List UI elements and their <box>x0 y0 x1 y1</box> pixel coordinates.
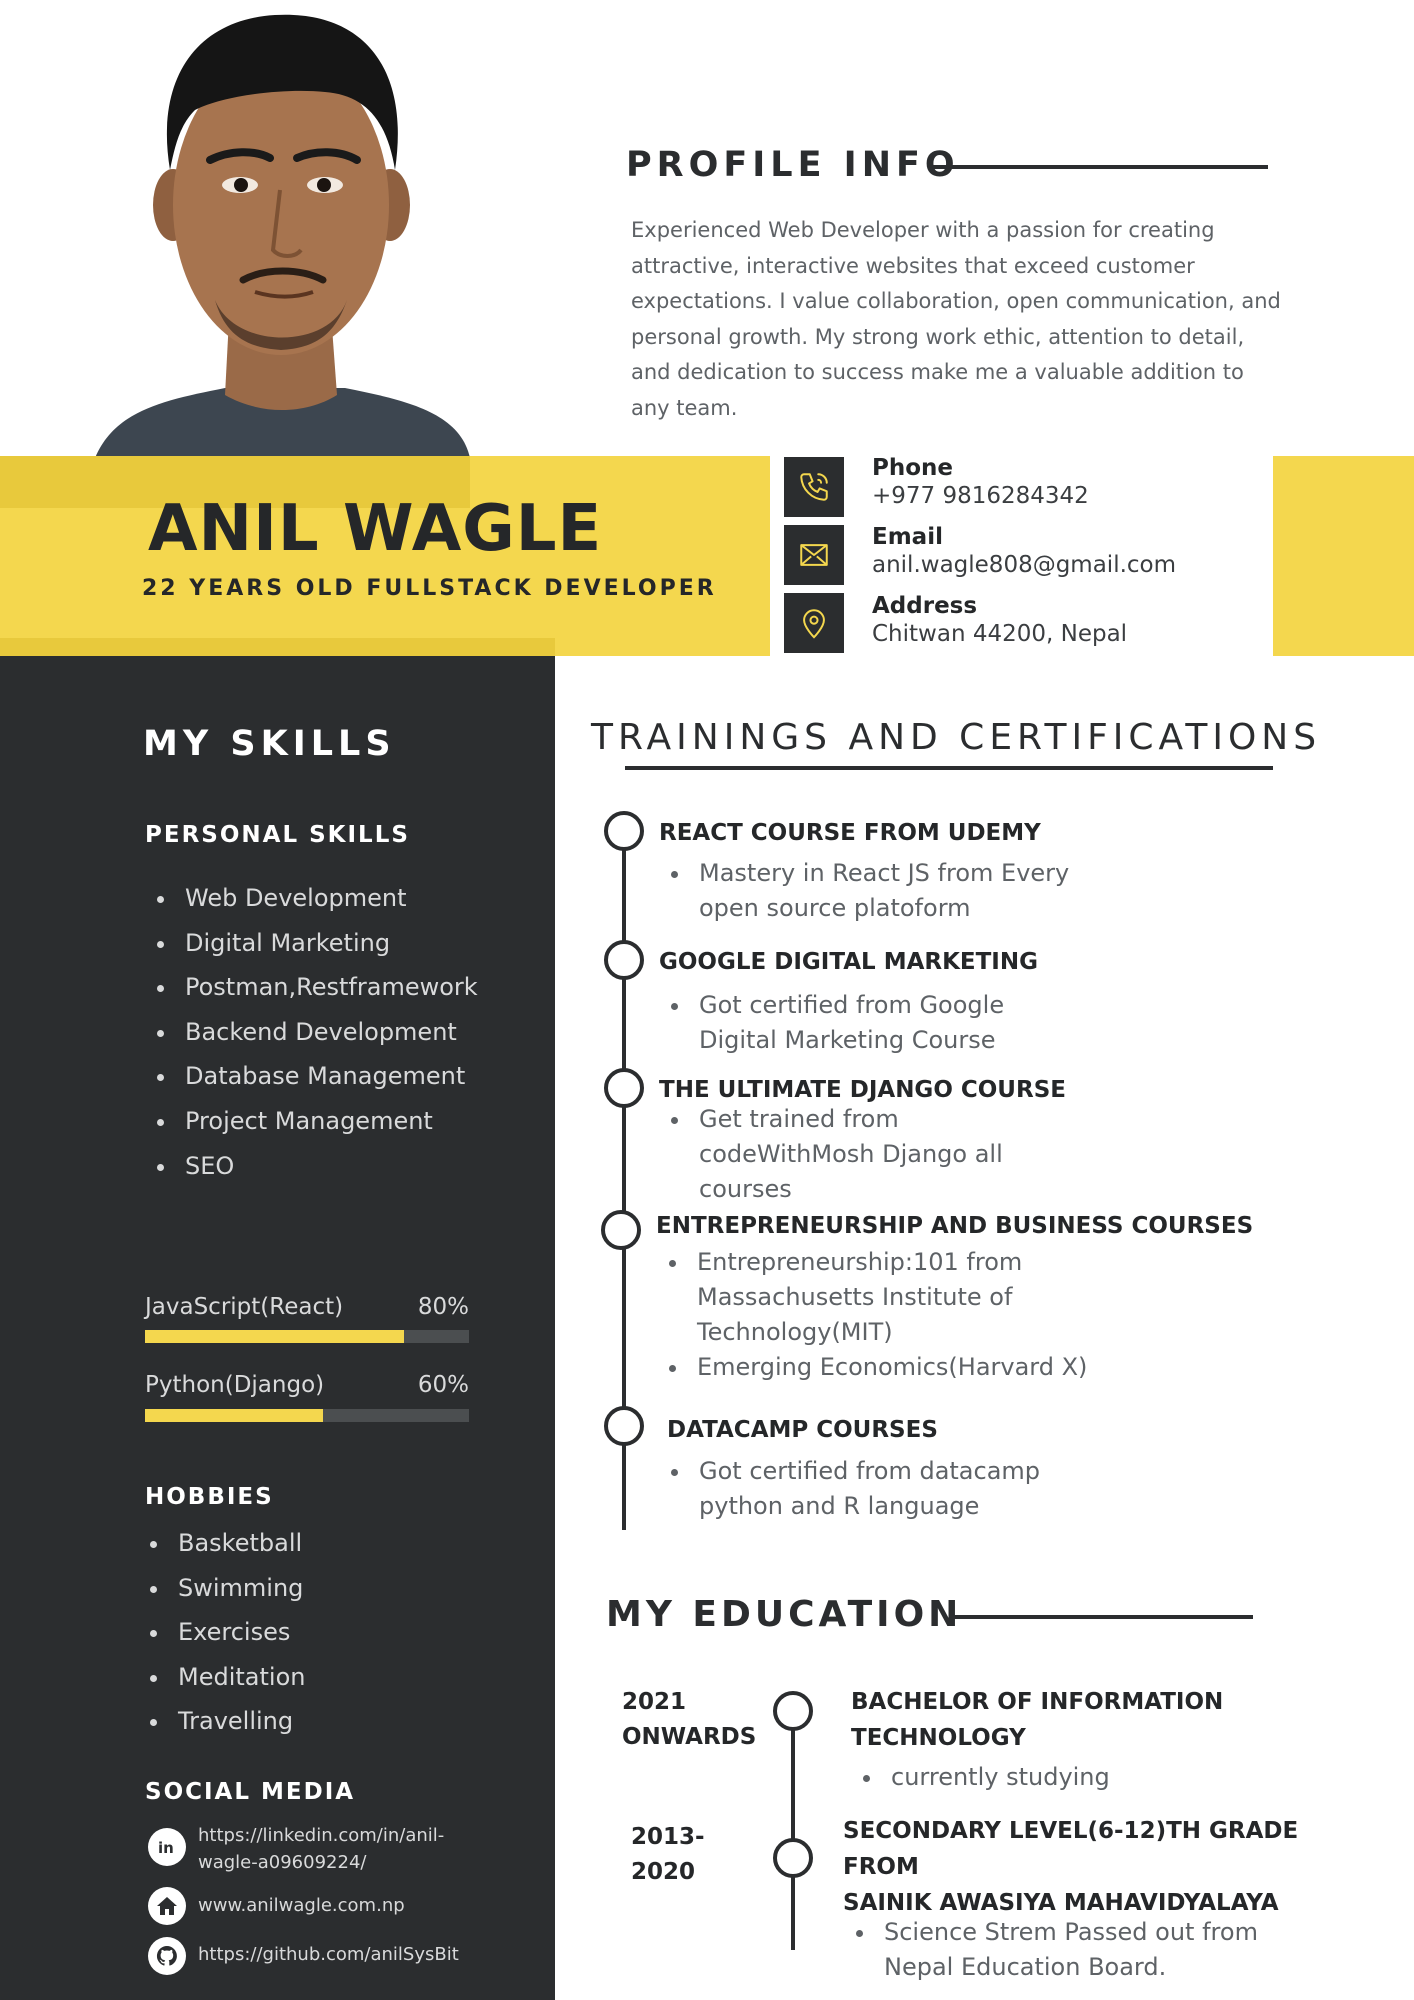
list-item: Travelling <box>138 1699 305 1744</box>
education-heading: BACHELOR OF INFORMATION TECHNOLOGY <box>851 1684 1271 1756</box>
list-item: Digital Marketing <box>145 921 478 966</box>
profile-info-text: Experienced Web Developer with a passion… <box>631 218 1281 420</box>
profile-title-rule <box>928 165 1268 169</box>
my-skills-title: MY SKILLS <box>143 724 396 764</box>
website-link[interactable]: www.anilwagle.com.np <box>198 1892 405 1919</box>
list-item: SEO <box>145 1144 478 1189</box>
list-item: Got certified from datacamp python and R… <box>663 1454 1083 1524</box>
list-item: Emerging Economics(Harvard X) <box>661 1350 1091 1385</box>
training-heading: DATACAMP COURSES <box>667 1417 938 1443</box>
training-heading: REACT COURSE FROM UDEMY <box>659 820 1041 846</box>
profile-info-title: PROFILE INFO <box>626 145 960 185</box>
job-subtitle: 22 YEARS OLD FULLSTACK DEVELOPER <box>142 576 717 601</box>
home-icon[interactable] <box>148 1887 186 1925</box>
timeline-node <box>604 940 644 980</box>
list-item: Meditation <box>138 1655 305 1700</box>
hobbies-heading: HOBBIES <box>145 1484 274 1510</box>
timeline-node <box>601 1210 641 1250</box>
education-bullets: currently studying <box>855 1760 1275 1795</box>
list-item: Science Strem Passed out from Nepal Educ… <box>848 1915 1258 1985</box>
year-line: ONWARDS <box>622 1724 757 1750</box>
location-pin-icon <box>784 593 844 653</box>
education-title: MY EDUCATION <box>606 1594 963 1635</box>
year-line: 2021 <box>622 1689 687 1715</box>
address-value: Chitwan 44200, Nepal <box>872 621 1128 647</box>
list-item: Backend Development <box>145 1010 478 1055</box>
linkedin-link[interactable]: https://linkedin.com/in/anil-wagle-a0960… <box>198 1822 498 1876</box>
profile-photo <box>75 0 485 458</box>
list-item: Project Management <box>145 1099 478 1144</box>
skill-bar-javascript <box>145 1330 469 1343</box>
trainings-title: TRAININGS AND CERTIFICATIONS <box>591 717 1322 758</box>
heading-line: FROM <box>843 1854 919 1880</box>
list-item: Get trained from codeWithMosh Django all… <box>663 1102 1033 1207</box>
email-value[interactable]: anil.wagle808@gmail.com <box>872 552 1176 578</box>
skill-bar-percent-python: 60% <box>417 1372 469 1398</box>
github-icon[interactable] <box>148 1937 186 1975</box>
timeline-node <box>773 1838 813 1878</box>
training-bullets: Get trained from codeWithMosh Django all… <box>663 1102 1033 1207</box>
phone-label: Phone <box>872 455 954 481</box>
timeline-node <box>604 1068 644 1108</box>
heading-line: SECONDARY LEVEL(6-12)TH GRADE <box>843 1818 1299 1844</box>
hobbies-list: Basketball Swimming Exercises Meditation… <box>138 1521 305 1744</box>
skill-bar-python <box>145 1409 469 1422</box>
list-item: Got certified from Google Digital Market… <box>663 988 1083 1058</box>
skill-bar-fill <box>145 1330 405 1343</box>
github-link[interactable]: https://github.com/anilSysBit <box>198 1941 459 1968</box>
trainings-title-rule <box>625 766 1273 770</box>
address-label: Address <box>872 593 978 619</box>
training-bullets: Got certified from Google Digital Market… <box>663 988 1083 1058</box>
list-item: Entrepreneurship:101 from Massachusetts … <box>661 1245 1091 1350</box>
list-item: Swimming <box>138 1566 305 1611</box>
training-heading: THE ULTIMATE DJANGO COURSE <box>659 1077 1066 1103</box>
envelope-icon <box>784 525 844 585</box>
education-title-rule <box>951 1615 1253 1619</box>
social-media-heading: SOCIAL MEDIA <box>145 1779 356 1805</box>
list-item: Web Development <box>145 876 478 921</box>
training-heading: GOOGLE DIGITAL MARKETING <box>659 949 1038 975</box>
name-banner-bottom-band <box>0 638 555 658</box>
skill-bar-percent-javascript: 80% <box>417 1294 469 1320</box>
svg-text:in: in <box>158 1839 174 1857</box>
list-item: Mastery in React JS from Every open sour… <box>663 856 1083 926</box>
education-heading: SECONDARY LEVEL(6-12)TH GRADE FROM SAINI… <box>843 1813 1303 1921</box>
personal-skills-heading: PERSONAL SKILLS <box>145 822 410 848</box>
list-item: Database Management <box>145 1054 478 1099</box>
education-year: 2021 ONWARDS <box>622 1685 756 1755</box>
training-bullets: Got certified from datacamp python and R… <box>663 1454 1083 1524</box>
list-item: currently studying <box>855 1760 1275 1795</box>
education-bullets: Science Strem Passed out from Nepal Educ… <box>848 1915 1258 1985</box>
year-line: 2020 <box>631 1859 696 1885</box>
skill-bar-label-javascript: JavaScript(React) <box>145 1294 344 1320</box>
training-bullets: Mastery in React JS from Every open sour… <box>663 856 1083 926</box>
full-name: ANIL WAGLE <box>148 492 603 566</box>
phone-icon <box>784 457 844 517</box>
training-bullets: Entrepreneurship:101 from Massachusetts … <box>661 1245 1091 1385</box>
heading-line: BACHELOR OF INFORMATION <box>851 1689 1224 1715</box>
accent-block <box>1273 456 1414 656</box>
skill-bar-label-python: Python(Django) <box>145 1372 325 1398</box>
training-heading: ENTREPRENEURSHIP AND BUSINESS COURSES <box>656 1213 1254 1239</box>
education-year: 2013- 2020 <box>631 1820 705 1890</box>
heading-line: TECHNOLOGY <box>851 1725 1026 1751</box>
linkedin-icon[interactable]: in <box>148 1828 186 1866</box>
list-item: Basketball <box>138 1521 305 1566</box>
email-label: Email <box>872 524 943 550</box>
phone-value[interactable]: +977 9816284342 <box>872 483 1089 509</box>
list-item: Postman,Restframework <box>145 965 478 1010</box>
personal-skills-list: Web Development Digital Marketing Postma… <box>145 876 478 1188</box>
timeline-node <box>604 1406 644 1446</box>
timeline-node <box>773 1691 813 1731</box>
year-line: 2013- <box>631 1824 705 1850</box>
timeline-node <box>604 811 644 851</box>
education-timeline-line <box>791 1710 795 1950</box>
skill-bar-fill <box>145 1409 324 1422</box>
list-item: Exercises <box>138 1610 305 1655</box>
